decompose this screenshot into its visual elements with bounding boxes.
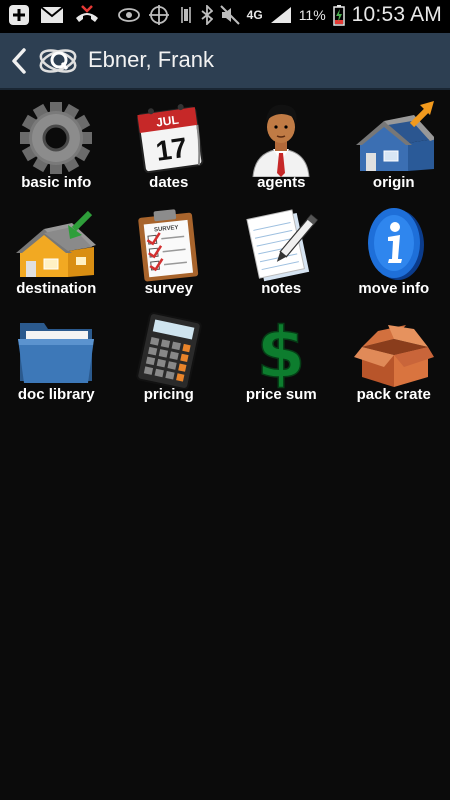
tile-label: basic info (21, 174, 92, 191)
clock: 10:53 AM (351, 3, 442, 26)
tile-pack-crate[interactable]: pack crate (338, 307, 450, 413)
vibrate-icon (180, 7, 191, 23)
tile-label: dates (149, 174, 189, 191)
page-title: Ebner, Frank (88, 47, 214, 72)
tile-label: notes (261, 280, 302, 297)
tile-survey[interactable]: SURVEY survey (113, 201, 226, 307)
dollar-icon: $ (256, 311, 306, 389)
battery-charging-icon (332, 5, 345, 26)
gear-icon (20, 102, 93, 174)
tile-doc-library[interactable]: doc library (0, 307, 113, 413)
tile-destination[interactable]: destination (0, 201, 113, 307)
mute-icon (219, 5, 240, 25)
folder-icon (18, 323, 95, 383)
tile-label: doc library (17, 386, 95, 403)
menu-grid: basic info JUL 17 dates agents origin de… (0, 95, 450, 413)
box-icon (353, 325, 434, 387)
bluetooth-icon (201, 5, 213, 25)
tile-dates[interactable]: JUL 17 dates (113, 95, 226, 201)
calendar-day: 17 (154, 132, 189, 167)
eye-icon (117, 8, 140, 22)
tile-label: survey (144, 280, 193, 297)
tile-label: agents (257, 174, 306, 191)
tile-origin[interactable]: origin (338, 95, 450, 201)
tile-agents[interactable]: agents (225, 95, 338, 201)
tile-price-sum[interactable]: $ price sum (225, 307, 338, 413)
house-origin-icon (355, 101, 434, 171)
mail-icon (40, 6, 64, 23)
status-bar: 4G 11% 10:53 AM (0, 0, 450, 33)
battery-percent: 11% (298, 7, 326, 23)
nfc-icon (148, 5, 169, 25)
info-icon (367, 208, 424, 280)
tile-pricing[interactable]: pricing (113, 307, 226, 413)
add-notification-icon (9, 5, 29, 25)
back-arrow-icon[interactable] (8, 46, 30, 76)
tile-label: price sum (245, 386, 317, 403)
signal-icon (270, 7, 291, 23)
calendar-icon: JUL 17 (136, 104, 204, 174)
tile-label: pack crate (356, 386, 431, 403)
svg-text:$: $ (257, 312, 306, 389)
tile-label: origin (372, 174, 415, 191)
app-logo-icon (39, 49, 77, 73)
tile-label: pricing (143, 386, 194, 403)
tile-basic-info[interactable]: basic info (0, 95, 113, 201)
tile-label: move info (358, 280, 430, 297)
tile-label: destination (16, 280, 97, 297)
calculator-icon (135, 312, 202, 389)
clipboard-icon: SURVEY (138, 209, 198, 282)
house-destination-icon (16, 210, 97, 277)
agent-icon (252, 104, 310, 177)
app-bar: Ebner, Frank (0, 33, 450, 90)
tile-notes[interactable]: notes (225, 201, 338, 307)
notepad-icon (246, 209, 319, 282)
tile-move-info[interactable]: move info (338, 201, 450, 307)
missed-call-icon (76, 5, 98, 22)
network-type: 4G (246, 8, 263, 22)
